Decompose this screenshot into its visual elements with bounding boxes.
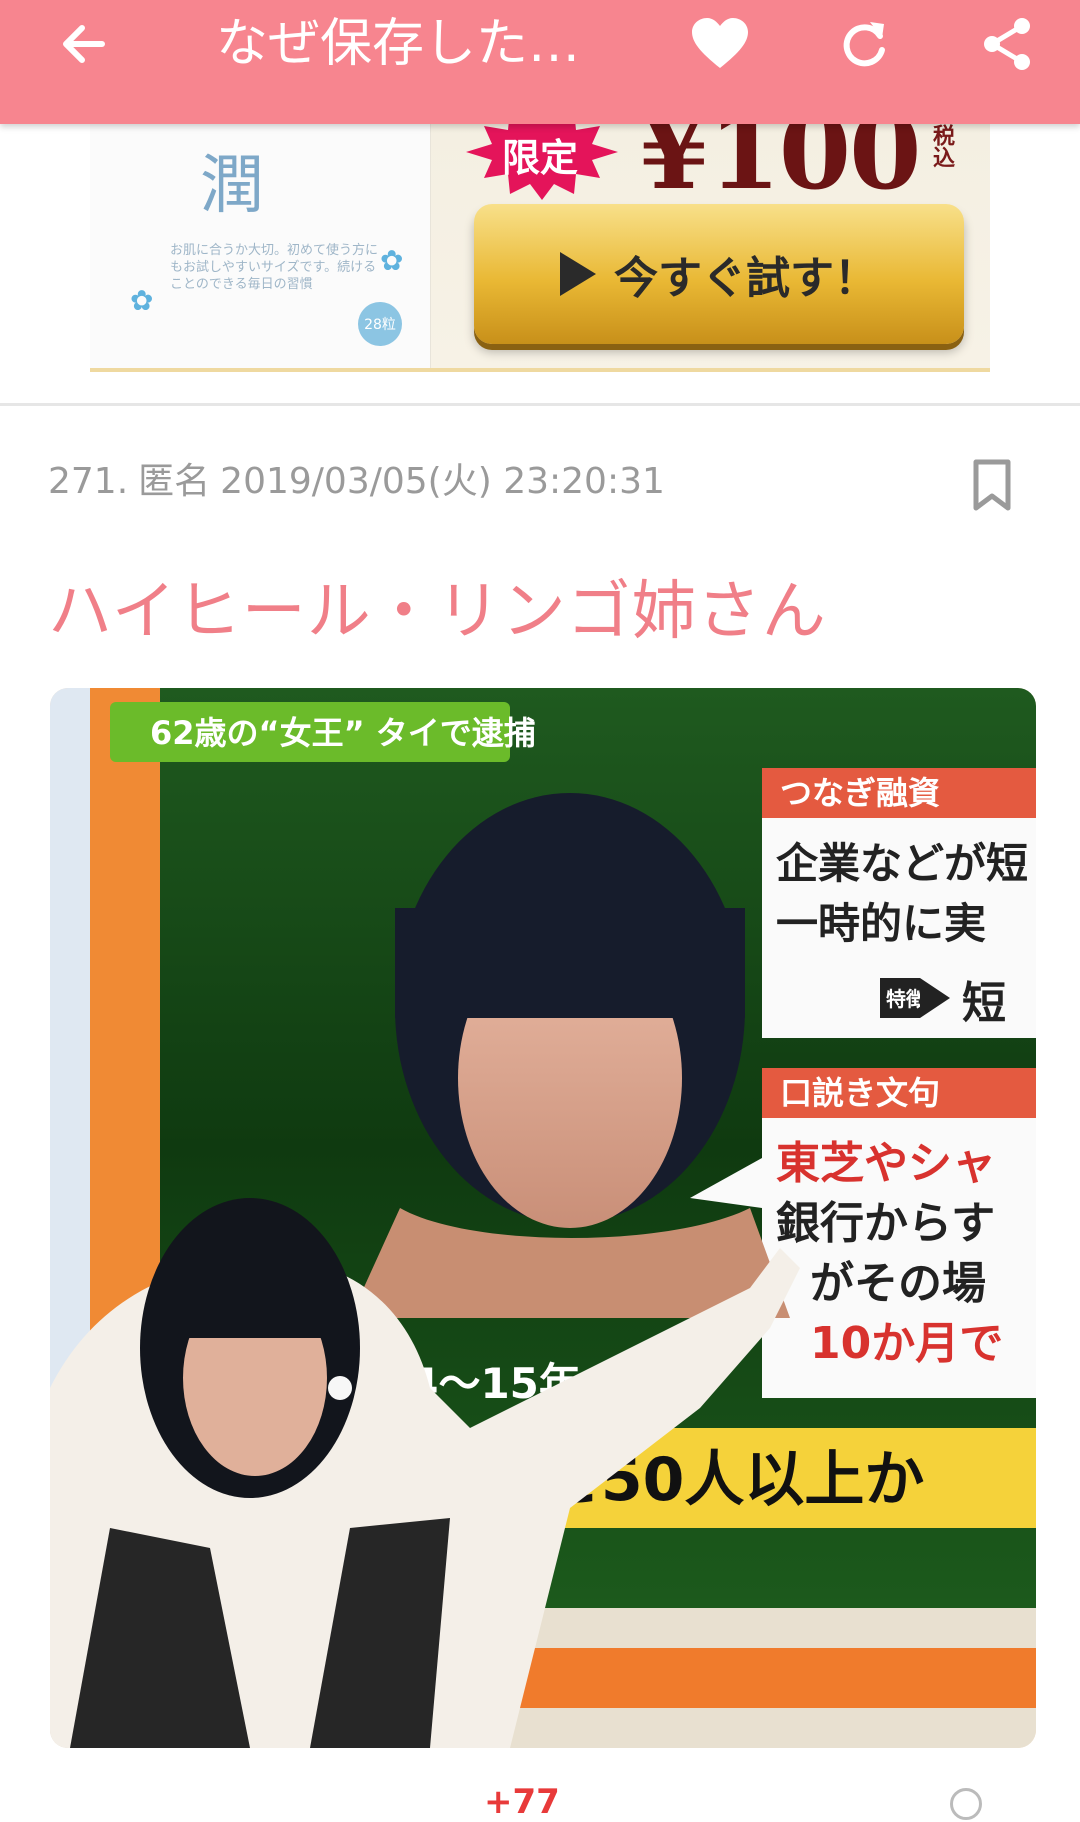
ad-package-logo: 潤 xyxy=(200,149,264,223)
app-bar: なぜ保存した… xyxy=(0,0,1080,124)
ad-package-badge: 28粒 xyxy=(358,302,402,346)
share-button[interactable] xyxy=(964,0,1052,88)
tv-text-1a: 企業などが短 xyxy=(776,839,1028,888)
plus-vote-count[interactable]: +77 xyxy=(484,1782,560,1822)
favorite-button[interactable] xyxy=(676,0,764,88)
comment-meta: 271. 匿名 2019/03/05(火) 23:20:31 xyxy=(48,452,675,504)
tv-text-2a: 東芝やシャ xyxy=(776,1138,996,1189)
tv-text-2b: 銀行からす xyxy=(776,1198,995,1249)
arrow-left-icon xyxy=(63,25,105,63)
ad-cta-button[interactable]: 今すぐ試す！ xyxy=(474,204,964,344)
ad-banner[interactable]: 潤 お肌に合うか大切。初めて使う方にもお試しやすいサイズです。続けることのできる… xyxy=(90,124,990,372)
tv-text-2c: がその場 xyxy=(810,1258,986,1309)
flower-icon: ✿ xyxy=(130,284,154,317)
tv-text-1b: 一時的に実 xyxy=(776,899,986,948)
ad-package-text: お肌に合うか大切。初めて使う方にもお試しやすいサイズです。続けることのできる毎日… xyxy=(170,243,379,292)
comment-body: ハイヒール・リンゴ姉さん xyxy=(48,575,827,649)
tv-headline: 62歳の“女王” タイで逮捕 xyxy=(150,714,536,752)
tv-label-1: つなぎ融資 xyxy=(780,774,940,812)
reload-button[interactable] xyxy=(820,0,908,88)
comment-author: 匿名 xyxy=(138,461,211,502)
page-title: なぜ保存した… xyxy=(216,14,581,74)
ad-limited-label-wrap: 限定 xyxy=(470,124,610,180)
share-icon xyxy=(984,18,1030,70)
bookmark-icon xyxy=(973,459,1011,511)
vote-icon[interactable] xyxy=(950,1788,982,1820)
comment-number: 271. xyxy=(48,461,129,502)
heart-icon xyxy=(692,18,748,68)
ad-cta-label: 今すぐ試す！ xyxy=(614,253,878,304)
tv-text-1c: 短 xyxy=(962,978,1006,1029)
ad-price: ¥100 xyxy=(638,124,921,213)
comment-datetime: 2019/03/05(火) 23:20:31 xyxy=(220,461,665,502)
play-icon xyxy=(560,252,596,296)
flower-icon: ✿ xyxy=(380,244,404,277)
ad-product-package: 潤 お肌に合うか大切。初めて使う方にもお試しやすいサイズです。続けることのできる… xyxy=(90,124,431,372)
reload-icon xyxy=(843,22,885,67)
tv-label-2: 口説き文句 xyxy=(780,1074,940,1112)
divider xyxy=(0,403,1080,406)
back-button[interactable] xyxy=(40,0,128,88)
comment-image[interactable]: 62歳の“女王” タイで逮捕 つなぎ融資 企業などが短 一時的に実 特徴 短 口… xyxy=(50,688,1036,1748)
ad-limited-label: 限定 xyxy=(501,135,578,180)
ad-tax-label: 税込 xyxy=(929,124,954,168)
bookmark-button[interactable] xyxy=(970,458,1026,522)
tv-text-2d: 10か月で xyxy=(810,1318,1003,1369)
